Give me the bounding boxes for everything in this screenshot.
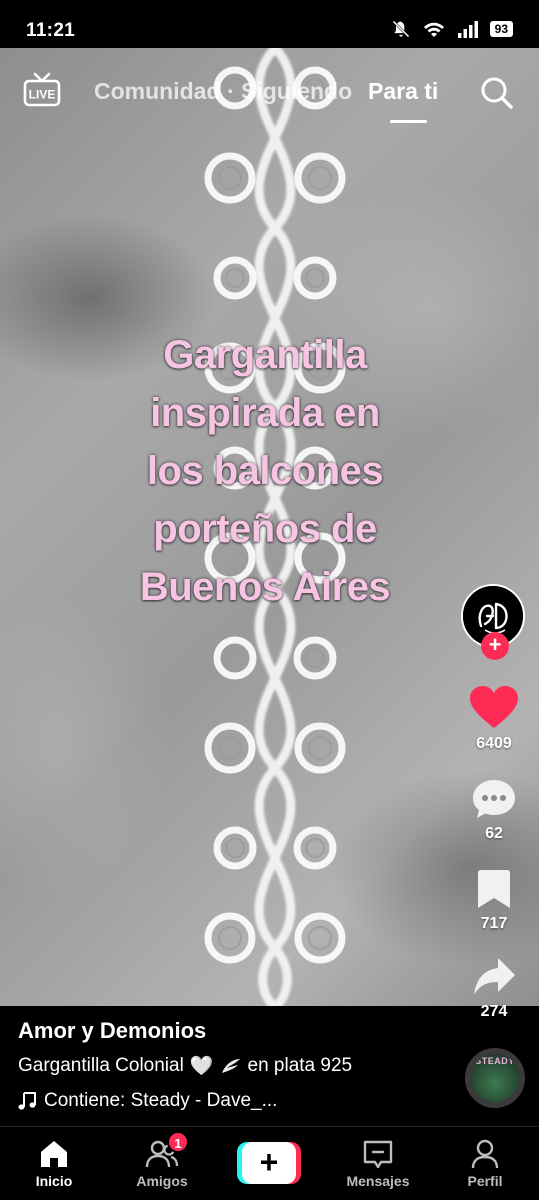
bottom-nav: Inicio 1 Amigos + Mensajes Perfil: [0, 1126, 539, 1200]
status-icons: 93: [391, 19, 513, 39]
overlay-line: Gargantilla: [163, 333, 367, 377]
like-count: 6409: [476, 735, 512, 752]
nav-perfil[interactable]: Perfil: [440, 1137, 530, 1189]
nav-label: Inicio: [35, 1173, 73, 1189]
wifi-icon: [423, 22, 444, 37]
create-button[interactable]: +: [237, 1142, 301, 1184]
live-label: LIVE: [29, 88, 56, 102]
live-icon: LIVE: [23, 72, 61, 107]
status-bar: 11:21 93: [0, 0, 539, 48]
music-disc-button[interactable]: STEADY: [465, 1048, 525, 1108]
share-icon: [474, 958, 515, 995]
creator-username[interactable]: Amor y Demonios: [18, 1018, 206, 1044]
comment-button[interactable]: 62: [454, 778, 534, 843]
tab-para-ti[interactable]: Para ti: [368, 78, 438, 105]
status-time: 11:21: [26, 20, 76, 41]
bookmark-icon: [478, 870, 510, 908]
overlay-line: los balcones: [146, 449, 384, 493]
overlay-line: porteños de: [153, 507, 377, 551]
tab-siguiendo[interactable]: Siguiendo: [241, 78, 352, 105]
notification-badge: 1: [167, 1131, 189, 1153]
signal-icon: [457, 21, 478, 38]
overlay-line: inspirada en: [150, 391, 380, 435]
share-button[interactable]: 274: [454, 956, 534, 1021]
caption-text-end: en plata 925: [247, 1055, 353, 1076]
tab-separator: ·: [227, 78, 235, 104]
overlay-line: Buenos Aires: [139, 565, 391, 609]
nav-label: Perfil: [467, 1173, 503, 1189]
tab-comunidad[interactable]: Comunidad: [94, 78, 221, 105]
share-count: 274: [480, 1003, 508, 1020]
battery-indicator: 93: [489, 21, 513, 37]
heart-icon: [470, 686, 518, 728]
nav-amigos[interactable]: 1 Amigos: [117, 1131, 207, 1189]
home-icon: [41, 1141, 67, 1167]
like-button[interactable]: 6409: [454, 686, 534, 753]
follow-button[interactable]: +: [481, 632, 509, 660]
comment-count: 62: [485, 825, 503, 842]
video-player[interactable]: Gargantilla inspirada en los balcones po…: [0, 48, 539, 1006]
post-caption[interactable]: Gargantilla Colonial 🤍 en plata 925: [18, 1054, 352, 1078]
nav-mensajes[interactable]: Mensajes: [333, 1137, 423, 1189]
creator-avatar-button[interactable]: +: [461, 584, 527, 660]
live-button[interactable]: LIVE: [22, 70, 62, 110]
top-nav: LIVE Comunidad · Siguiendo Para ti: [0, 48, 539, 138]
wing-icon: [221, 1059, 240, 1073]
active-tab-indicator: [390, 120, 427, 123]
comment-icon: [473, 780, 515, 818]
search-button[interactable]: [479, 75, 515, 111]
nav-inicio[interactable]: Inicio: [9, 1137, 99, 1189]
mute-icon: [392, 20, 410, 38]
music-label: Contiene: Steady - Dave_...: [44, 1090, 278, 1111]
search-icon: [481, 77, 513, 109]
music-note-icon: [18, 1092, 36, 1110]
nav-label: Mensajes: [346, 1173, 410, 1189]
post-info: Amor y Demonios Gargantilla Colonial 🤍 e…: [0, 1006, 539, 1126]
caption-emoji: 🤍: [189, 1056, 214, 1077]
create-label: +: [242, 1142, 296, 1184]
profile-icon: [471, 1139, 499, 1169]
messages-icon: [363, 1140, 393, 1169]
nav-label: Amigos: [136, 1173, 188, 1189]
save-count: 717: [480, 915, 508, 932]
music-info[interactable]: Contiene: Steady - Dave_...: [18, 1090, 277, 1112]
save-button[interactable]: 717: [454, 868, 534, 933]
disc-label: STEADY: [475, 1056, 515, 1066]
caption-text: Gargantilla Colonial: [18, 1055, 184, 1076]
video-overlay-text: Gargantilla inspirada en los balcones po…: [100, 326, 430, 616]
